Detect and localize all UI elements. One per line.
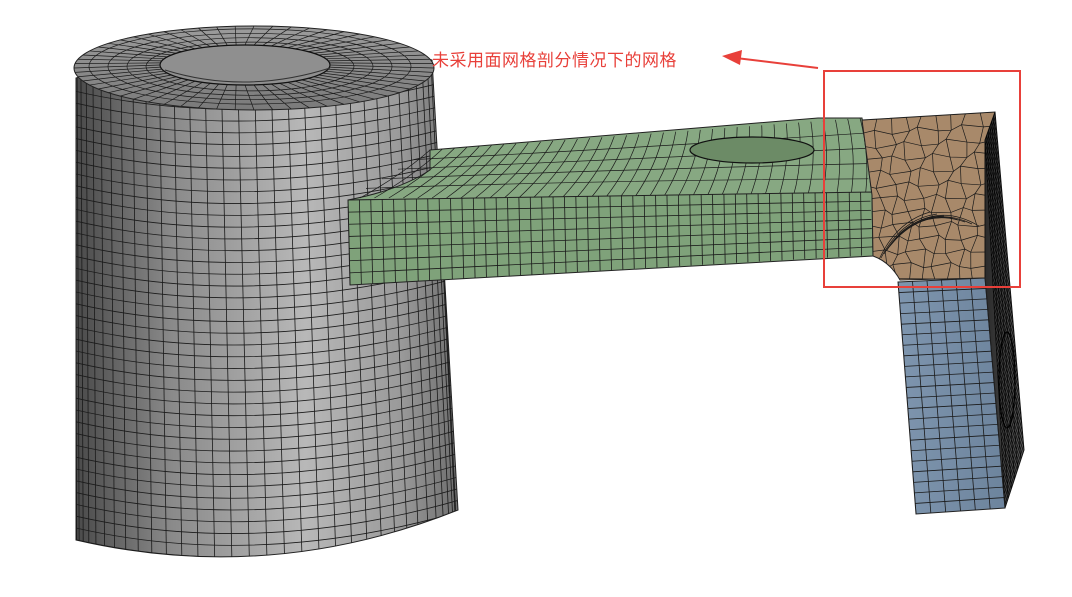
corner-face — [861, 111, 996, 281]
mesh-model-diagram — [73, 25, 1025, 558]
cylinder-hole — [159, 44, 331, 86]
arm-hole — [689, 136, 815, 164]
annotation-arrow — [722, 50, 819, 69]
cylinder-part — [73, 25, 459, 558]
annotation-label: 未采用面网格剖分情况下的网格 — [432, 51, 677, 71]
corner-part — [861, 111, 996, 281]
